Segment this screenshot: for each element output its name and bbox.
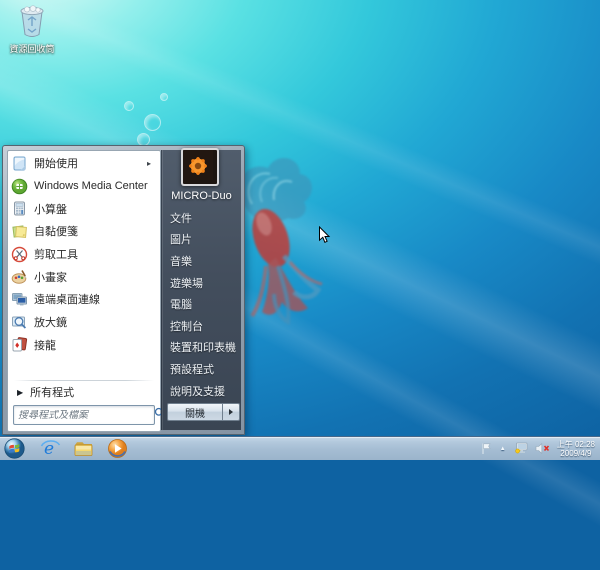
- start-menu-link-games[interactable]: 遊樂場: [162, 272, 241, 294]
- clock-date: 2009/4/9: [560, 448, 592, 458]
- clock-time: 上午 02:28: [556, 439, 595, 449]
- all-programs-arrow-icon: ▶: [17, 387, 24, 397]
- menu-separator: [14, 380, 154, 381]
- start-menu-item-label: 遠端桌面連線: [34, 294, 100, 307]
- volume-muted-icon[interactable]: [535, 442, 550, 455]
- bubble: [124, 101, 134, 111]
- start-menu-item-remote-desktop[interactable]: 遠端桌面連線: [8, 288, 160, 311]
- internet-explorer-icon: e: [40, 439, 61, 459]
- start-search-box: [13, 405, 165, 425]
- user-account-picture[interactable]: [181, 148, 219, 186]
- calculator-icon: [11, 200, 28, 217]
- start-menu-link-pictures[interactable]: 圖片: [162, 229, 241, 251]
- start-menu-link-devices-printers[interactable]: 裝置和印表機: [162, 337, 241, 359]
- recycle-bin-desktop-icon[interactable]: 資源回收筒: [6, 4, 58, 54]
- action-center-flag-icon[interactable]: [480, 442, 492, 455]
- start-menu-item-paint[interactable]: 小畫家: [8, 265, 160, 288]
- start-menu-item-magnifier[interactable]: 放大鏡: [8, 311, 160, 334]
- windows-media-player-icon: [108, 439, 127, 458]
- start-menu-item-label: 小畫家: [34, 271, 67, 284]
- start-menu-link-documents[interactable]: 文件: [162, 207, 241, 229]
- start-menu-program-list: 開始使用 ▸ Windows Media Center 小算盤 自黏便箋 剪取工…: [7, 150, 165, 432]
- media-center-icon: [11, 178, 28, 195]
- bubble: [160, 93, 168, 101]
- shutdown-options-button[interactable]: [223, 403, 240, 421]
- snipping-tool-icon: [11, 246, 28, 263]
- start-menu-item-solitaire[interactable]: 接龍: [8, 334, 160, 357]
- bubble: [144, 114, 161, 131]
- start-menu-link-music[interactable]: 音樂: [162, 250, 241, 272]
- start-menu-item-getting-started[interactable]: 開始使用 ▸: [8, 152, 160, 175]
- shutdown-arrow-icon: [229, 409, 233, 415]
- start-search-input[interactable]: [14, 409, 154, 421]
- media-player-taskbar-button[interactable]: [107, 438, 128, 459]
- start-menu-link-help-support[interactable]: 說明及支援: [162, 380, 241, 402]
- windows-start-orb-icon: [4, 438, 25, 459]
- flower-user-avatar: [183, 150, 213, 180]
- start-menu-item-sticky-notes[interactable]: 自黏便箋: [8, 220, 160, 243]
- recycle-bin-icon: [20, 5, 44, 37]
- sticky-notes-icon: [11, 223, 28, 240]
- submenu-arrow-icon: ▸: [146, 158, 151, 168]
- paint-icon: [11, 268, 28, 285]
- all-programs-button[interactable]: ▶ 所有程式: [8, 382, 160, 402]
- network-status-icon[interactable]: [514, 442, 529, 455]
- all-programs-label: 所有程式: [30, 387, 75, 399]
- start-menu-item-calculator[interactable]: 小算盤: [8, 197, 160, 220]
- start-menu-item-media-center[interactable]: Windows Media Center: [8, 175, 160, 198]
- taskbar: e ▲ 上午 02:28 2009/4/9: [0, 436, 600, 460]
- start-menu-item-label: 小算盤: [34, 203, 67, 216]
- start-menu-item-label: 開始使用: [34, 158, 78, 171]
- start-menu-item-label: Windows Media Center: [34, 180, 148, 193]
- start-menu-link-default-programs[interactable]: 預設程式: [162, 358, 241, 380]
- user-name[interactable]: MICRO-Duo: [162, 190, 241, 202]
- start-menu-link-computer[interactable]: 電腦: [162, 293, 241, 315]
- internet-explorer-taskbar-button[interactable]: e: [40, 438, 61, 459]
- taskbar-clock[interactable]: 上午 02:28 2009/4/9: [557, 440, 595, 458]
- start-menu-item-label: 放大鏡: [34, 317, 67, 330]
- start-button[interactable]: [4, 438, 25, 459]
- start-menu-places-panel: MICRO-Duo 文件 圖片 音樂 遊樂場 電腦 控制台 裝置和印表機 預設程…: [161, 148, 241, 430]
- start-menu-item-label: 自黏便箋: [34, 226, 78, 239]
- start-menu: 開始使用 ▸ Windows Media Center 小算盤 自黏便箋 剪取工…: [2, 145, 245, 435]
- start-menu-link-control-panel[interactable]: 控制台: [162, 315, 241, 337]
- getting-started-icon: [11, 155, 28, 172]
- solitaire-icon: [11, 336, 28, 353]
- mouse-cursor: [319, 226, 331, 243]
- magnifier-icon: [11, 314, 28, 331]
- windows-explorer-taskbar-button[interactable]: [73, 439, 94, 458]
- shutdown-button[interactable]: 關機: [167, 403, 223, 421]
- start-menu-item-snipping-tool[interactable]: 剪取工具: [8, 243, 160, 266]
- start-menu-item-label: 剪取工具: [34, 249, 78, 262]
- show-hidden-icons-button[interactable]: ▲: [500, 446, 506, 452]
- folder-icon: [74, 442, 93, 456]
- recycle-bin-label: 資源回收筒: [9, 44, 55, 54]
- start-menu-item-label: 接龍: [34, 339, 56, 352]
- remote-desktop-icon: [11, 291, 28, 308]
